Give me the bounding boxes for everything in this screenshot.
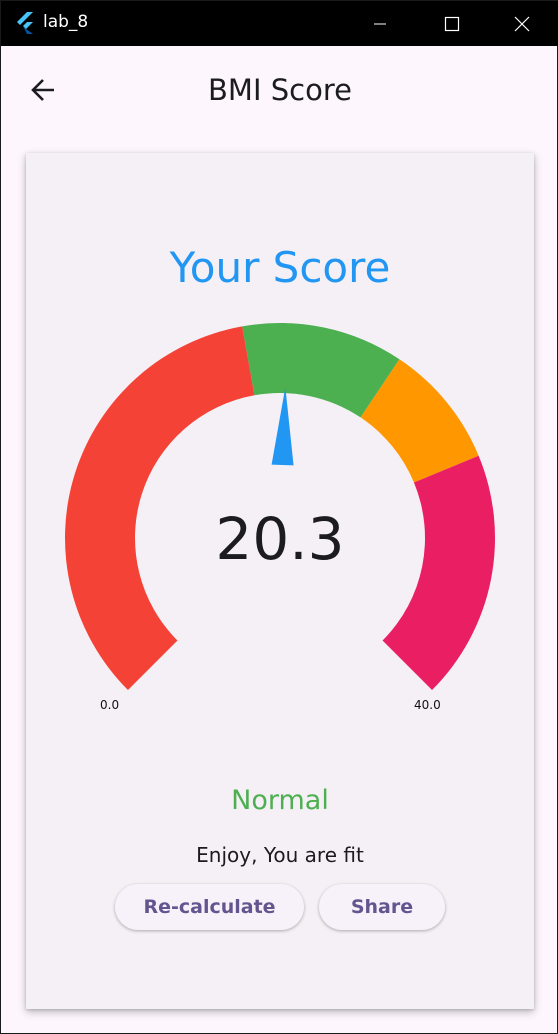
app-bar: BMI Score xyxy=(1,46,557,136)
minimize-icon xyxy=(374,23,386,24)
score-card: Your Score 20.3 0.0 40.0 Normal Enjoy, Y… xyxy=(26,153,534,1009)
title-bar: lab_8 xyxy=(1,1,558,46)
bmi-status: Normal xyxy=(231,785,329,816)
bmi-gauge xyxy=(65,323,495,691)
score-value: 20.3 xyxy=(215,505,345,573)
app-window: lab_8 BMI Score Your Score 20.3 0.0 40.0… xyxy=(0,0,558,1034)
page-title: BMI Score xyxy=(208,73,352,107)
gauge-min-label: 0.0 xyxy=(100,698,120,712)
maximize-button[interactable] xyxy=(417,1,487,46)
gauge-max-label: 40.0 xyxy=(414,698,441,712)
share-button[interactable]: Share xyxy=(319,884,445,930)
recalculate-button[interactable]: Re-calculate xyxy=(115,884,304,930)
gauge-pointer xyxy=(271,387,294,466)
flutter-icon xyxy=(17,12,33,34)
minimize-button[interactable] xyxy=(345,1,415,46)
close-button[interactable] xyxy=(487,1,557,46)
bmi-message: Enjoy, You are fit xyxy=(196,843,364,867)
maximize-icon xyxy=(444,16,460,31)
close-icon xyxy=(514,16,530,31)
window-title: lab_8 xyxy=(43,12,89,32)
